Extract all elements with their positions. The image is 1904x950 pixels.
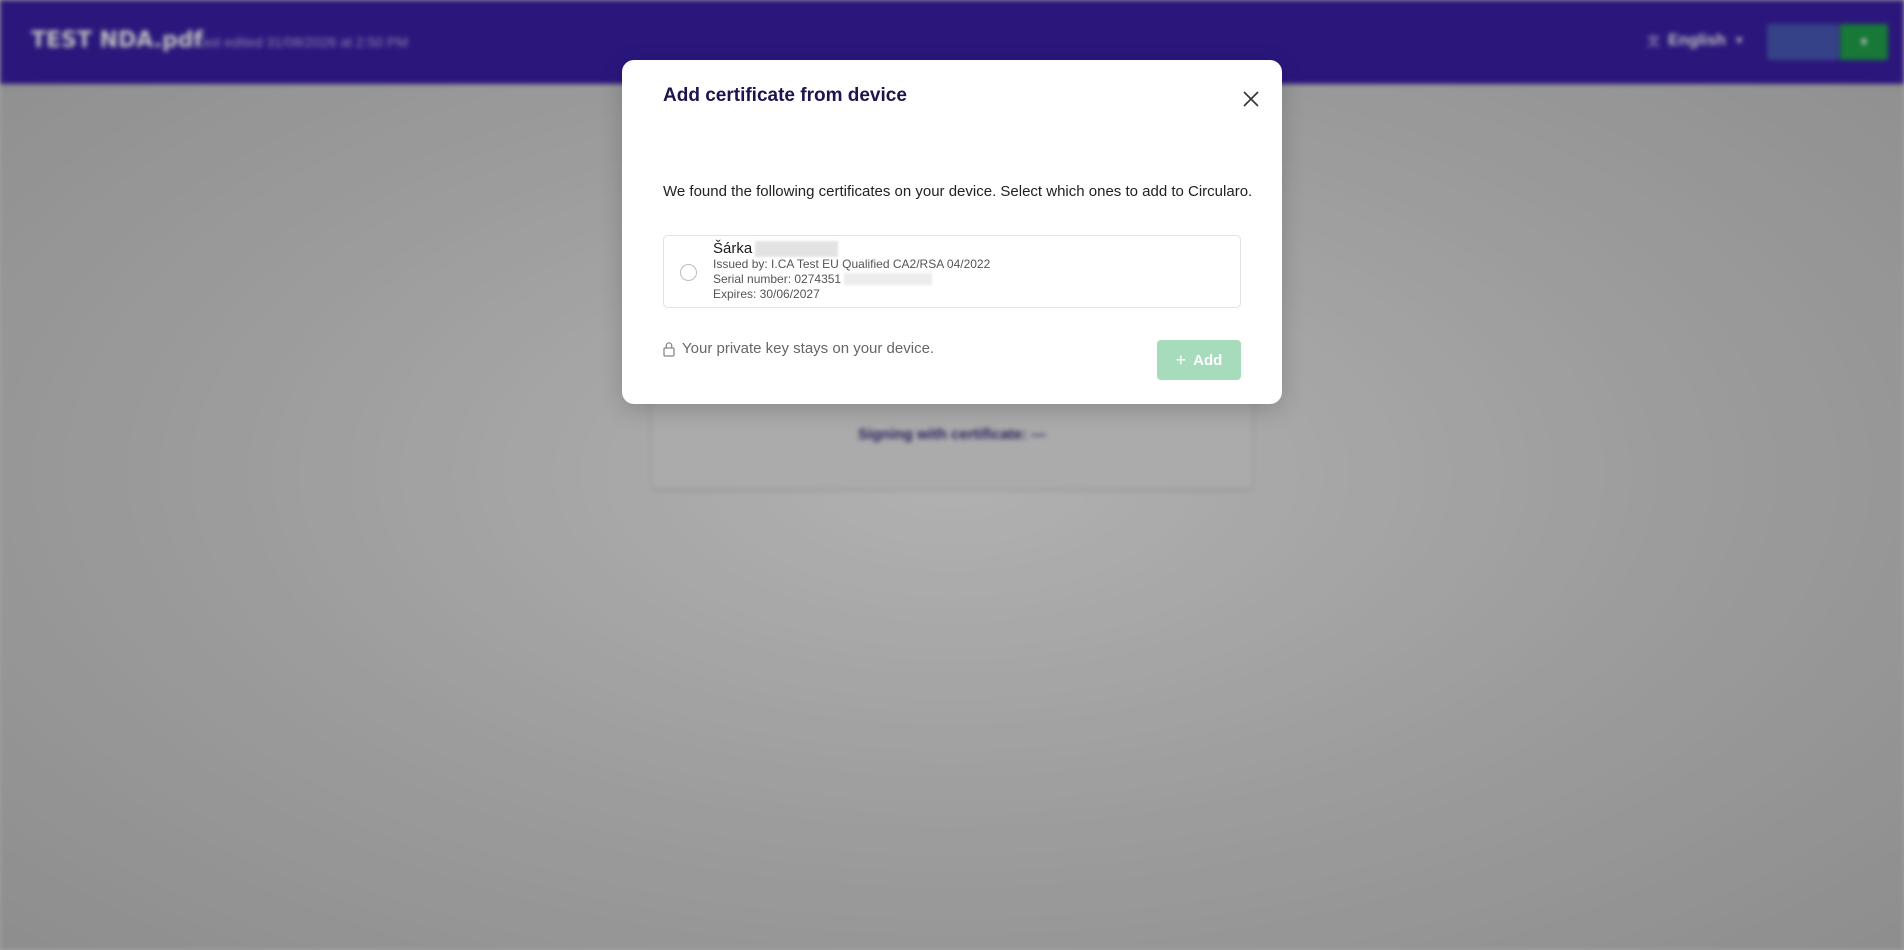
lock-icon	[663, 341, 675, 357]
add-button[interactable]: + Add	[1157, 340, 1241, 380]
add-certificate-dialog: Add certificate from device We found the…	[622, 60, 1282, 404]
certificate-serial-text: Serial number: 0274351	[713, 272, 842, 286]
certificate-option[interactable]: Šárka Issued by: I.CA Test EU Qualified …	[663, 235, 1241, 308]
certificate-radio[interactable]	[680, 264, 697, 281]
dialog-title: Add certificate from device	[663, 85, 907, 106]
certificate-holder: Šárka	[713, 240, 839, 257]
close-icon	[1243, 91, 1259, 107]
plus-icon: +	[1175, 350, 1187, 370]
add-button-label: Add	[1193, 351, 1223, 369]
certificate-issuer: Issued by: I.CA Test EU Qualified CA2/RS…	[713, 257, 991, 271]
redacted-serial	[844, 273, 933, 285]
certificate-holder-name: Šárka	[713, 240, 753, 257]
close-button[interactable]	[1237, 85, 1265, 113]
certificate-serial: Serial number: 0274351	[713, 272, 933, 286]
certificate-expiry: Expires: 30/06/2027	[713, 287, 820, 301]
dialog-intro-text: We found the following certificates on y…	[663, 183, 1253, 200]
private-key-note: Your private key stays on your device.	[663, 340, 934, 357]
private-key-note-text: Your private key stays on your device.	[682, 340, 935, 357]
redacted-surname	[755, 240, 839, 257]
